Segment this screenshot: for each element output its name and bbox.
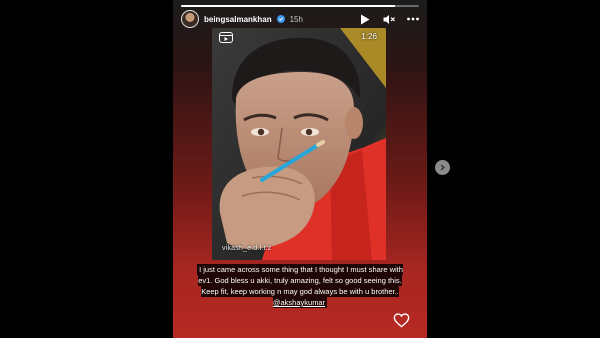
verified-badge-icon [276,15,285,23]
story-progress-fill [181,5,396,7]
next-story-button[interactable] [435,160,450,175]
next-story-icon [440,164,445,171]
username[interactable]: beingsalmankhan [204,15,272,24]
reel-clapper-icon [219,32,233,43]
play-icon[interactable] [359,13,371,25]
story-progress-bar [181,5,419,7]
avatar[interactable] [181,10,199,28]
story-header: beingsalmankhan 15h [181,10,419,28]
muted-speaker-icon[interactable] [383,13,395,25]
mention-link[interactable]: @akshaykumar [273,298,325,307]
story-controls [359,13,419,25]
post-time: 15h [289,14,303,24]
caption-text: I just came across some thing that I tho… [198,265,403,296]
story-caption: I just came across some thing that I tho… [190,264,410,308]
heart-icon[interactable] [393,313,410,328]
video-frame-image [212,28,386,260]
video-watermark: vikash_e.d.i.t.z [222,245,272,252]
video-duration: 1:26 [361,32,377,41]
more-horizontal-icon[interactable] [407,13,419,25]
reel-video[interactable]: 1:26 vikash_e.d.i.t.z [212,28,386,260]
